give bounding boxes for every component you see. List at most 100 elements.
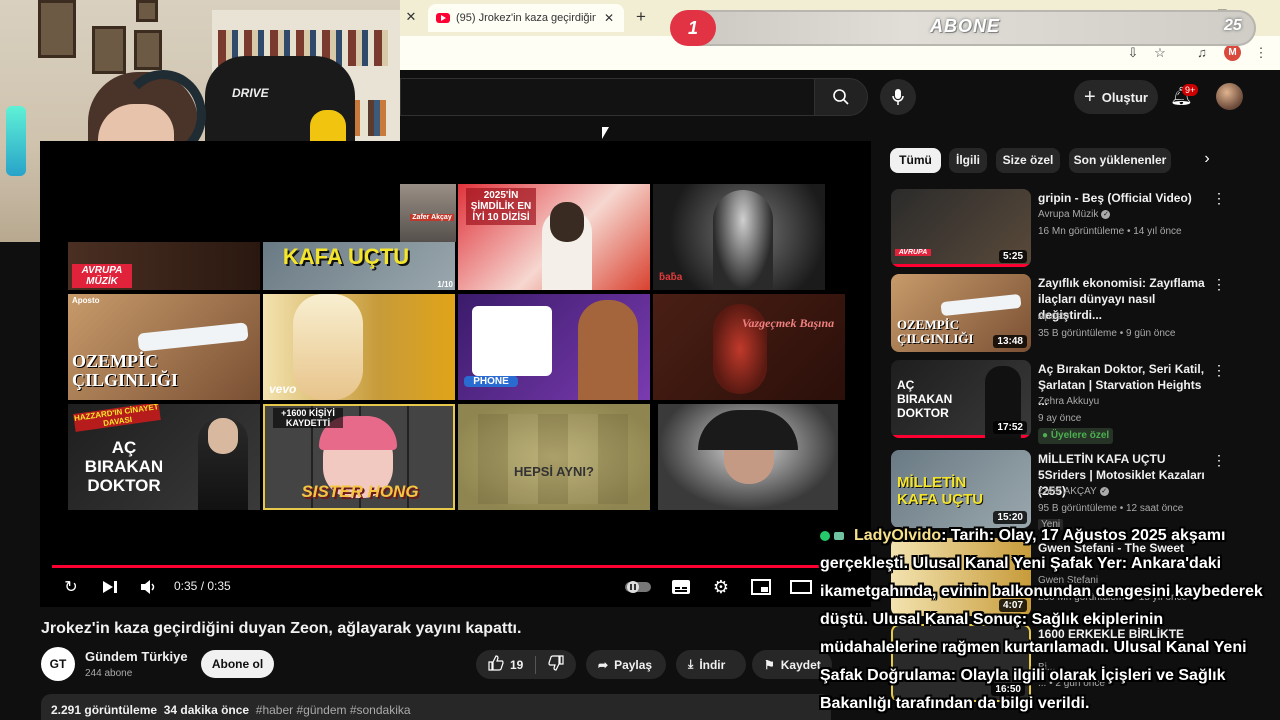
chair-logo: DRIVE — [232, 86, 269, 100]
browser-menu-icon[interactable]: ⋮ — [1252, 45, 1270, 61]
browser-tab[interactable]: (95) Jrokez'in kaza geçirdiğini d ✕ — [428, 4, 624, 32]
share-button[interactable]: ➦ Paylaş — [586, 650, 666, 679]
endscreen-video[interactable]: HAZZARD'IN CİNAYET DAVASI AÇ BIRAKAN DOK… — [68, 404, 260, 510]
thumb-text: HAZZARD'IN CİNAYET DAVASI — [73, 404, 161, 432]
like-dislike-group: 19 — [476, 650, 576, 679]
chat-text: : Tarih: Olay, 17 Ağustos 2025 akşamı ge… — [820, 527, 1263, 712]
settings-gear-icon[interactable]: ⚙ — [710, 576, 732, 598]
thumb-text: KAFA UÇTU — [282, 244, 410, 269]
download-button[interactable]: ⤓ İndir — [676, 650, 746, 679]
account-avatar[interactable] — [1216, 83, 1243, 110]
thumb-text: HEPSİ AYNI? — [514, 464, 594, 479]
rec-channel[interactable]: Zehra Akkuyu — [1038, 396, 1099, 407]
more-options-icon[interactable]: ⋮ — [1212, 276, 1226, 293]
notification-count-badge: 9+ — [1182, 84, 1199, 96]
like-icon[interactable] — [488, 655, 504, 674]
chat-badge-icon — [834, 531, 844, 540]
channel-name[interactable]: Gündem Türkiye — [85, 649, 188, 664]
hashtags[interactable]: #haber #gündem #sondakika — [256, 703, 411, 717]
chip-recent[interactable]: Son yüklenenler — [1069, 148, 1171, 173]
more-options-icon[interactable]: ⋮ — [1212, 452, 1226, 469]
endscreen-video[interactable]: Aposto OZEMPİC ÇILGINLIĞI — [68, 294, 260, 400]
subscribe-overlay-badge: 1 — [670, 10, 716, 46]
rec-channel[interactable]: Zafer AKÇAY ✓ — [1038, 486, 1109, 497]
endscreen-video[interactable]: 2025'İN ŞİMDİLİK EN İYİ 10 DİZİSİ — [458, 184, 650, 290]
theater-mode-icon[interactable] — [790, 576, 812, 598]
rec-thumbnail[interactable]: MİLLETİN KAFA UÇTU 15:20 — [891, 450, 1031, 528]
dislike-icon[interactable] — [548, 655, 564, 674]
bookmark-star-icon[interactable]: ☆ — [1151, 45, 1169, 61]
more-options-icon[interactable]: ⋮ — [1212, 362, 1226, 379]
chip-all[interactable]: Tümü — [890, 148, 941, 173]
rec-thumbnail[interactable]: AÇ BIRAKAN DOKTOR 17:52 — [891, 360, 1031, 438]
share-icon: ➦ — [598, 657, 609, 672]
wall-frame — [136, 0, 158, 22]
endscreen-video[interactable]: ƃaƃa — [653, 184, 825, 290]
chip-related[interactable]: İlgili — [949, 148, 987, 173]
rec-channel[interactable]: Aposto — [1038, 311, 1069, 322]
thumb-text: OZEMPİC ÇILGINLIĞI — [72, 351, 179, 390]
rec-duration: 17:52 — [993, 421, 1027, 434]
chip-for-you[interactable]: Size özel — [996, 148, 1060, 173]
endscreen-video[interactable]: vevo — [263, 294, 455, 400]
vevo-logo: vevo — [269, 382, 297, 396]
chevron-right-icon[interactable]: › — [1197, 150, 1217, 170]
channel-watermark: AVRUPA MÜZİK — [72, 264, 132, 288]
endscreen-video[interactable]: HEPSİ AYNI? — [458, 404, 650, 510]
rec-meta: 9 ay önce — [1038, 413, 1082, 424]
share-label: Paylaş — [614, 657, 653, 672]
description-meta: 2.291 görüntüleme 34 dakika önce #haber … — [51, 703, 411, 717]
search-input[interactable] — [400, 78, 814, 116]
rec-meta: 95 B görüntüleme • 12 saat önce — [1038, 503, 1184, 514]
channel-avatar[interactable]: GT — [41, 647, 75, 681]
rec-duration: 5:25 — [998, 250, 1027, 263]
endscreen-video[interactable]: Vazgeçmek Başına — [653, 294, 845, 400]
new-tab-button[interactable]: + — [632, 8, 650, 26]
next-video-icon[interactable] — [99, 576, 121, 598]
thumb-text: Vazgeçmek Başına — [741, 316, 835, 330]
rec-thumbnail[interactable]: AVRUPA 5:25 — [891, 189, 1031, 267]
channel-watermark: Aposto — [72, 296, 100, 305]
install-app-icon[interactable]: ⇩ — [1124, 45, 1142, 61]
wall-frame — [38, 0, 76, 58]
playback-time: 0:35 / 0:35 — [174, 579, 231, 593]
miniplayer-icon[interactable] — [750, 576, 772, 598]
mouse-cursor-icon — [602, 127, 609, 139]
endscreen-video[interactable]: AVRUPA MÜZİK — [68, 242, 260, 290]
endscreen-video[interactable]: Zafer Akçay — [400, 184, 456, 242]
replay-icon[interactable]: ↻ — [60, 576, 82, 598]
endscreen-video[interactable]: KAFA UÇTU 1/10 — [263, 242, 455, 290]
voice-search-button[interactable] — [880, 79, 916, 115]
more-options-icon[interactable]: ⋮ — [1212, 190, 1226, 207]
media-control-icon[interactable]: ♫ — [1193, 45, 1211, 61]
video-title: Jrokez'in kaza geçirdiğini duyan Zeon, a… — [41, 620, 522, 637]
rec-channel[interactable]: Avrupa Müzik ✓ — [1038, 209, 1111, 220]
profile-avatar[interactable]: M — [1224, 44, 1241, 61]
rec-meta: 35 B görüntüleme • 9 gün önce — [1038, 328, 1176, 339]
subscribe-button[interactable]: Abone ol — [201, 650, 274, 678]
chat-message-overlay: LadyOlvido: Tarih: Olay, 17 Ağustos 2025… — [820, 522, 1278, 718]
close-tab-icon[interactable]: ✕ — [402, 8, 420, 26]
rec-duration: 13:48 — [993, 335, 1027, 348]
wall-frame — [134, 30, 162, 70]
download-label: İndir — [699, 657, 726, 672]
endscreen-video[interactable]: +1600 KİŞİYİ KAYDETTİ SISTER HONG — [263, 404, 455, 510]
subtitles-icon[interactable] — [670, 576, 692, 598]
subscribe-overlay-count: 25 — [1224, 17, 1242, 34]
verified-check-icon — [820, 530, 830, 541]
rec-thumbnail[interactable]: OZEMPİC ÇILGINLIĞI 13:48 — [891, 274, 1031, 352]
create-button[interactable]: + Oluştur — [1074, 80, 1158, 114]
thumb-text: PHONE — [464, 376, 518, 387]
close-tab-icon[interactable]: ✕ — [602, 11, 616, 25]
endscreen-video[interactable] — [658, 404, 838, 510]
members-only-badge: ● Üyelere özel — [1038, 428, 1114, 444]
rec-title[interactable]: gripin - Beş (Official Video) — [1038, 190, 1206, 206]
search-button[interactable] — [814, 78, 868, 116]
endscreen-video[interactable]: PHONE — [458, 294, 650, 400]
video-progress-bar[interactable] — [52, 565, 859, 568]
search-icon — [833, 89, 849, 105]
screen: { "browser": { "tab_title": "(95) Jrokez… — [0, 0, 1280, 720]
volume-icon[interactable] — [138, 576, 160, 598]
autoplay-toggle[interactable] — [624, 576, 652, 598]
ring-light — [6, 106, 26, 176]
